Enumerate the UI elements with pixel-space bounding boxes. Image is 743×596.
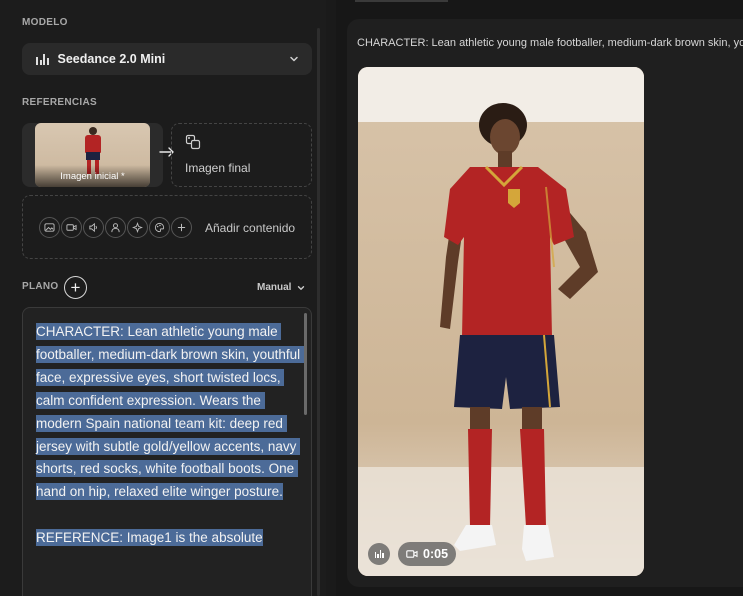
duration-badge: 0:05 [398, 542, 457, 566]
model-name: Seedance 2.0 Mini [57, 52, 166, 66]
image-tool-icon[interactable] [39, 217, 60, 238]
prompt-scrollbar[interactable] [304, 313, 307, 415]
sidebar-scrollbar[interactable] [317, 28, 320, 596]
model-select[interactable]: Seedance 2.0 Mini [22, 43, 312, 75]
generated-video[interactable] [358, 67, 644, 576]
add-content-area[interactable]: Añadir contenido [22, 195, 312, 259]
video-frame [358, 67, 644, 576]
add-content-label: Añadir contenido [205, 221, 296, 235]
chevron-down-icon [290, 56, 298, 62]
plus-icon: + [70, 278, 81, 297]
audio-tool-icon[interactable] [83, 217, 104, 238]
left-panel: MODELO Seedance 2.0 Mini REFERENCIAS Ima… [0, 0, 326, 596]
prompt-text: CHARACTER: Lean athletic young male foot… [36, 323, 304, 547]
add-shot-button[interactable]: + [64, 276, 87, 299]
final-image-slot[interactable]: Imagen final [171, 123, 312, 187]
effects-tool-icon[interactable] [127, 217, 148, 238]
character-tool-icon[interactable] [105, 217, 126, 238]
model-bars-icon [374, 550, 384, 558]
shot-section-label: PLANO [22, 281, 59, 292]
palette-tool-icon[interactable] [149, 217, 170, 238]
final-image-label: Imagen final [185, 161, 251, 175]
prompt-textarea[interactable]: CHARACTER: Lean athletic young male foot… [22, 307, 312, 596]
video-camera-icon [406, 550, 418, 558]
video-tool-icon[interactable] [61, 217, 82, 238]
chevron-down-icon [298, 285, 305, 290]
generation-prompt: CHARACTER: Lean athletic young male foot… [357, 37, 743, 49]
model-bars-icon [36, 53, 49, 65]
image-icon [185, 134, 201, 150]
mode-select[interactable]: Manual [257, 282, 306, 293]
initial-image-label: Imagen inicial * [60, 171, 125, 182]
model-badge [368, 543, 390, 565]
previous-card-edge [355, 0, 448, 2]
references-section-label: REFERENCIAS [22, 97, 97, 108]
plus-tool-icon[interactable] [171, 217, 192, 238]
mode-label: Manual [257, 282, 292, 293]
duration-label: 0:05 [423, 547, 449, 561]
initial-image-slot[interactable]: Imagen inicial * [22, 123, 163, 187]
model-section-label: MODELO [22, 17, 68, 28]
